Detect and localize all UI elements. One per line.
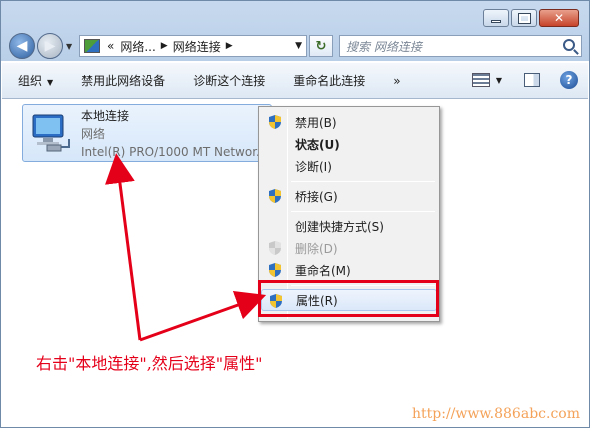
- preview-pane-icon[interactable]: [524, 73, 540, 87]
- menu-separator: [291, 211, 435, 212]
- breadcrumb-separator[interactable]: ▶: [159, 41, 170, 51]
- menu-item-label: 桥接(G): [295, 189, 338, 204]
- search-input[interactable]: 搜索 网络连接: [339, 35, 582, 57]
- minimize-icon: [491, 19, 501, 23]
- menu-item-label: 创建快捷方式(S): [295, 219, 384, 234]
- close-button[interactable]: ✕: [539, 9, 579, 27]
- window-controls: ✕: [481, 9, 579, 27]
- instruction-caption: 右击"本地连接",然后选择"属性": [36, 354, 263, 373]
- organize-button[interactable]: 组织 ▼: [18, 72, 53, 89]
- help-icon[interactable]: ?: [560, 71, 578, 89]
- breadcrumb-network[interactable]: 网络...: [117, 38, 158, 55]
- menu-item-disable[interactable]: 禁用(B): [261, 111, 437, 133]
- menu-item-label: 重命名(M): [295, 263, 351, 278]
- menu-item-status[interactable]: 状态(U): [261, 133, 437, 155]
- refresh-icon: ↻: [315, 38, 327, 54]
- organize-label: 组织: [18, 74, 43, 88]
- maximize-button[interactable]: [511, 9, 537, 27]
- uac-shield-icon: [269, 189, 281, 203]
- diagnose-connection-button[interactable]: 诊断这个连接: [193, 72, 265, 89]
- uac-shield-icon: [269, 263, 281, 277]
- recent-pages-dropdown[interactable]: ▼: [66, 42, 72, 51]
- address-dropdown[interactable]: ▼: [295, 41, 302, 51]
- local-connection-item[interactable]: 本地连接 网络 Intel(R) PRO/1000 MT Networ...: [22, 104, 272, 162]
- connection-name: 本地连接: [81, 109, 130, 123]
- disable-device-button[interactable]: 禁用此网络设备: [81, 72, 165, 89]
- network-folder-icon: [84, 39, 100, 53]
- menu-item-bridge[interactable]: 桥接(G): [261, 185, 437, 207]
- search-placeholder: 搜索 网络连接: [346, 39, 422, 54]
- command-bar: 组织 ▼ 禁用此网络设备 诊断这个连接 重命名此连接 » ▼ ?: [2, 63, 588, 99]
- menu-item-label: 删除(D): [295, 241, 338, 256]
- address-bar[interactable]: « 网络... ▶ 网络连接 ▶ ▼: [79, 35, 307, 57]
- rename-connection-button[interactable]: 重命名此连接: [293, 72, 365, 89]
- connection-adapter: Intel(R) PRO/1000 MT Networ...: [81, 145, 268, 159]
- site-watermark: http://www.886abc.com: [410, 406, 582, 422]
- menu-item-delete: 删除(D): [261, 237, 437, 259]
- menu-item-label: 诊断(I): [295, 159, 332, 174]
- forward-arrow-icon: ▶: [44, 38, 56, 54]
- navigation-buttons: ◀ ▶ ▼: [9, 33, 72, 59]
- network-adapter-icon: [32, 114, 70, 152]
- back-button[interactable]: ◀: [9, 33, 35, 59]
- menu-item-create-shortcut[interactable]: 创建快捷方式(S): [261, 215, 437, 237]
- menu-item-label: 状态(U): [295, 137, 340, 152]
- highlight-box: [258, 280, 439, 317]
- search-icon[interactable]: [563, 39, 575, 51]
- breadcrumb-overflow[interactable]: «: [104, 39, 117, 53]
- refresh-button[interactable]: ↻: [309, 35, 333, 57]
- uac-shield-icon: [269, 241, 281, 255]
- chevron-down-icon: ▼: [47, 78, 54, 87]
- connection-network: 网络: [81, 127, 106, 141]
- uac-shield-icon: [269, 115, 281, 129]
- back-arrow-icon: ◀: [16, 38, 28, 54]
- maximize-icon: [517, 12, 531, 24]
- connection-details: 本地连接 网络 Intel(R) PRO/1000 MT Networ...: [81, 107, 268, 161]
- minimize-button[interactable]: [483, 9, 509, 27]
- change-view-icon[interactable]: [471, 73, 490, 87]
- more-commands-button[interactable]: »: [393, 74, 400, 88]
- forward-button[interactable]: ▶: [37, 33, 63, 59]
- menu-item-diagnose[interactable]: 诊断(I): [261, 155, 437, 177]
- chevron-down-icon[interactable]: ▼: [496, 76, 502, 85]
- close-icon: ✕: [553, 11, 565, 25]
- menu-item-label: 禁用(B): [295, 115, 337, 130]
- menu-item-rename[interactable]: 重命名(M): [261, 259, 437, 281]
- breadcrumb-network-connections[interactable]: 网络连接: [170, 38, 224, 55]
- view-controls: ▼ ?: [471, 71, 578, 89]
- menu-separator: [291, 181, 435, 182]
- breadcrumb-separator[interactable]: ▶: [224, 41, 235, 51]
